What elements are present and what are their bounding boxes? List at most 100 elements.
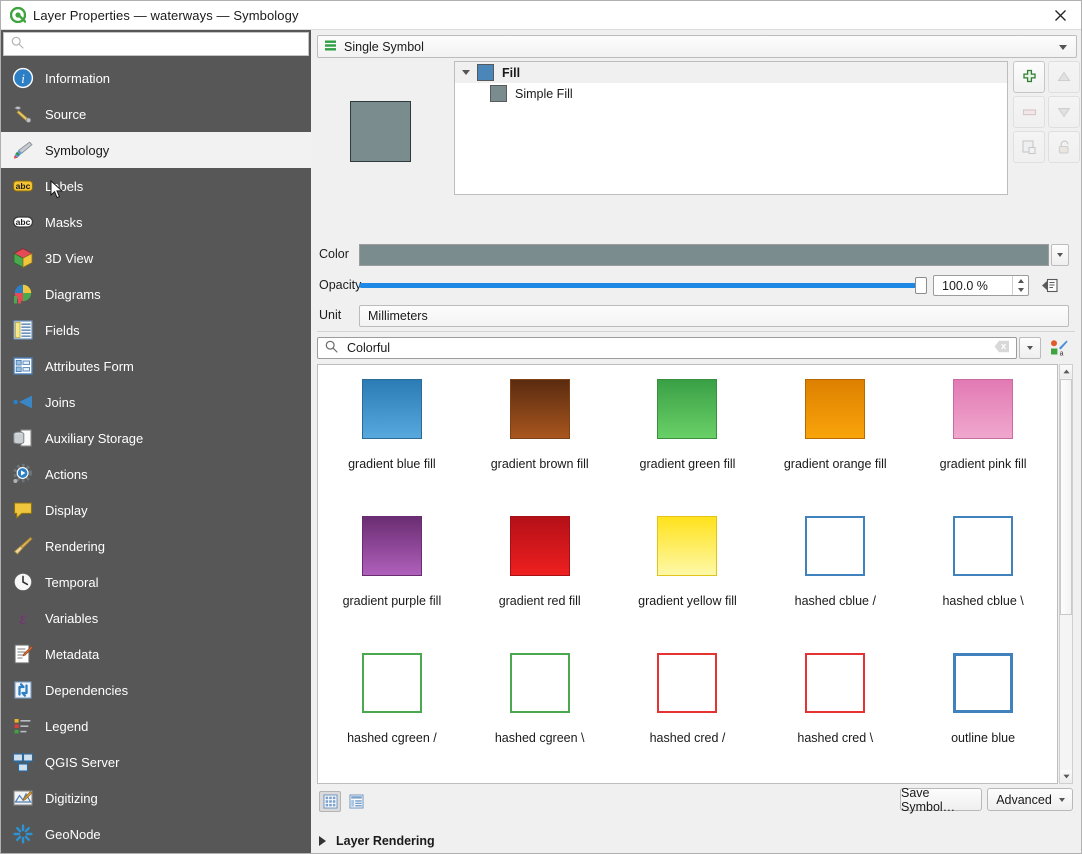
- symbol-gallery-item[interactable]: hashed cred /: [614, 647, 762, 784]
- symbol-swatch: [362, 516, 422, 576]
- sidebar-item-masks[interactable]: abcMasks: [1, 204, 311, 240]
- diagrams-chart-icon: [11, 282, 35, 306]
- sidebar-search-wrap: [1, 30, 311, 60]
- gallery-scrollbar-thumb[interactable]: [1060, 379, 1072, 615]
- sidebar-item-metadata[interactable]: Metadata: [1, 636, 311, 672]
- sidebar-item-display[interactable]: Display: [1, 492, 311, 528]
- sidebar-item-labels[interactable]: abcLabels: [1, 168, 311, 204]
- opacity-slider-handle[interactable]: [915, 277, 927, 294]
- symbol-gallery[interactable]: gradient blue fill gradient brown fill gra…: [317, 364, 1058, 784]
- symbol-filter-dropdown[interactable]: [1019, 337, 1041, 359]
- renderer-type-combo[interactable]: Single Symbol: [317, 35, 1077, 58]
- sidebar-item-qgis-server[interactable]: QGIS Server: [1, 744, 311, 780]
- symbol-gallery-item[interactable]: gradient green fill: [614, 373, 762, 510]
- sidebar-item-legend[interactable]: Legend: [1, 708, 311, 744]
- opacity-label: Opacity: [319, 278, 361, 292]
- close-icon[interactable]: [1037, 1, 1082, 30]
- symbol-swatch: [953, 379, 1013, 439]
- spinner-down-icon[interactable]: [1013, 286, 1028, 296]
- symbol-name-label: hashed cblue /: [795, 594, 876, 608]
- symbol-gallery-item[interactable]: hashed cgreen /: [318, 647, 466, 784]
- symbol-gallery-item[interactable]: gradient pink fill: [909, 373, 1057, 510]
- symbol-name-label: gradient purple fill: [343, 594, 442, 608]
- dependencies-arrows-icon: [11, 678, 35, 702]
- unit-value: Millimeters: [368, 309, 428, 323]
- add-symbol-layer-button[interactable]: [1013, 61, 1045, 93]
- sidebar-search-input[interactable]: [30, 36, 308, 52]
- sidebar-item-symbology[interactable]: Symbology: [1, 132, 311, 168]
- unit-combo[interactable]: Millimeters: [359, 305, 1069, 327]
- duplicate-symbol-layer-button[interactable]: [1013, 131, 1045, 163]
- sidebar-item-geonode[interactable]: GeoNode: [1, 816, 311, 852]
- clear-icon[interactable]: [994, 340, 1012, 356]
- unit-label: Unit: [319, 308, 341, 322]
- symbol-gallery-item[interactable]: hashed cgreen \: [466, 647, 614, 784]
- opacity-spinner-arrows[interactable]: [1012, 276, 1028, 295]
- move-up-button[interactable]: [1048, 61, 1080, 93]
- scroll-up-icon[interactable]: [1060, 365, 1072, 378]
- symbol-gallery-item[interactable]: gradient yellow fill: [614, 510, 762, 647]
- symbol-gallery-item[interactable]: gradient purple fill: [318, 510, 466, 647]
- symbol-gallery-item[interactable]: hashed cblue \: [909, 510, 1057, 647]
- spinner-up-icon[interactable]: [1013, 276, 1028, 286]
- opacity-spinbox[interactable]: 100.0 %: [933, 275, 1029, 296]
- sidebar-item-rendering[interactable]: Rendering: [1, 528, 311, 564]
- grid-view-button[interactable]: [319, 791, 341, 812]
- remove-symbol-layer-button[interactable]: [1013, 96, 1045, 128]
- symbol-name-label: gradient green fill: [640, 457, 736, 471]
- layer-rendering-section[interactable]: Layer Rendering: [319, 834, 435, 848]
- move-down-button[interactable]: [1048, 96, 1080, 128]
- sidebar-item-diagrams[interactable]: Diagrams: [1, 276, 311, 312]
- sidebar-item-label: 3D View: [45, 251, 93, 266]
- sidebar-item-variables[interactable]: εVariables: [1, 600, 311, 636]
- symbol-filter-input[interactable]: [345, 340, 994, 356]
- symbol-gallery-item[interactable]: gradient brown fill: [466, 373, 614, 510]
- symbol-gallery-item[interactable]: outline blue: [909, 647, 1057, 784]
- chevron-down-icon[interactable]: [459, 70, 473, 75]
- symbol-name-label: gradient brown fill: [491, 457, 589, 471]
- sidebar-item-joins[interactable]: Joins: [1, 384, 311, 420]
- title-bar: Layer Properties — waterways — Symbology: [1, 1, 1082, 30]
- svg-text:ε: ε: [19, 608, 27, 628]
- symbol-layer-tree-row[interactable]: Simple Fill: [455, 83, 1007, 104]
- lock-layer-button[interactable]: [1048, 131, 1080, 163]
- symbol-gallery-item[interactable]: hashed cblue /: [761, 510, 909, 647]
- sidebar-item-label: Diagrams: [45, 287, 101, 302]
- symbol-gallery-item[interactable]: gradient red fill: [466, 510, 614, 647]
- sidebar-item-actions[interactable]: Actions: [1, 456, 311, 492]
- advanced-button[interactable]: Advanced: [987, 788, 1073, 811]
- color-swatch-field[interactable]: [359, 244, 1049, 266]
- style-manager-button[interactable]: a: [1045, 335, 1071, 361]
- symbol-gallery-item[interactable]: gradient orange fill: [761, 373, 909, 510]
- sidebar-item-temporal[interactable]: Temporal: [1, 564, 311, 600]
- qgis-server-icon: [11, 750, 35, 774]
- symbol-gallery-item[interactable]: gradient blue fill: [318, 373, 466, 510]
- sidebar-item-digitizing[interactable]: Digitizing: [1, 780, 311, 816]
- svg-text:abc: abc: [16, 217, 31, 227]
- sidebar-item-3d-view[interactable]: 3D View: [1, 240, 311, 276]
- list-view-button[interactable]: [345, 791, 367, 812]
- symbol-layer-tree-row[interactable]: Fill: [455, 62, 1007, 83]
- sidebar-item-label: Temporal: [45, 575, 98, 590]
- data-defined-override-button[interactable]: [1037, 272, 1063, 298]
- symbol-name-label: hashed cred \: [797, 731, 873, 745]
- opacity-slider-track[interactable]: [359, 283, 925, 288]
- opacity-value: 100.0 %: [942, 279, 988, 293]
- sidebar-item-label: Fields: [45, 323, 80, 338]
- sidebar-item-source[interactable]: Source: [1, 96, 311, 132]
- symbol-gallery-item[interactable]: hashed cred \: [761, 647, 909, 784]
- symbol-filter-box[interactable]: [317, 337, 1017, 359]
- sidebar-item-dependencies[interactable]: Dependencies: [1, 672, 311, 708]
- symbol-swatch: [657, 516, 717, 576]
- sidebar-item-auxiliary-storage[interactable]: Auxiliary Storage: [1, 420, 311, 456]
- save-symbol-button[interactable]: Save Symbol…: [900, 788, 982, 811]
- gallery-scrollbar[interactable]: [1059, 364, 1073, 784]
- color-dropdown-button[interactable]: [1051, 244, 1069, 266]
- sidebar-item-information[interactable]: iInformation: [1, 60, 311, 96]
- sidebar-search[interactable]: [3, 32, 309, 56]
- digitizing-pencil-icon: [11, 786, 35, 810]
- scroll-down-icon[interactable]: [1060, 770, 1072, 783]
- symbol-layer-tree[interactable]: FillSimple Fill: [454, 61, 1008, 195]
- sidebar-item-fields[interactable]: Fields: [1, 312, 311, 348]
- sidebar-item-attributes-form[interactable]: Attributes Form: [1, 348, 311, 384]
